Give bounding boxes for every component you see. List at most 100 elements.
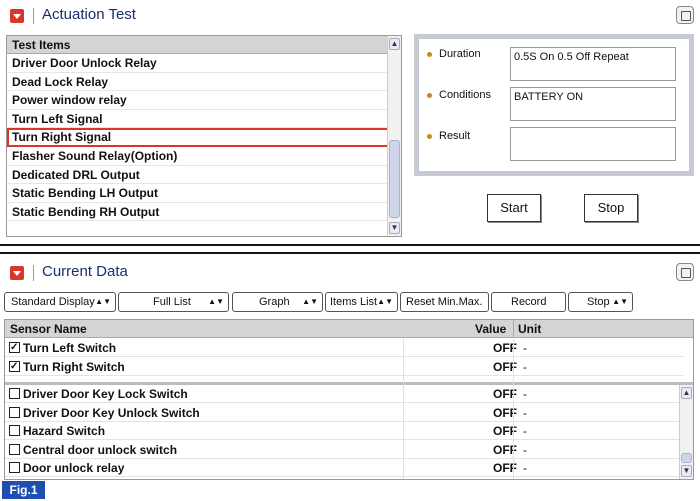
checked-checkbox-icon[interactable] (9, 360, 20, 372)
sensor-name-cell: Turn Right Switch (9, 358, 125, 376)
items-list-select[interactable]: Items List ▲▼ (325, 292, 398, 312)
figure-label: Fig.1 (2, 481, 45, 499)
graph-label: Graph (259, 296, 290, 308)
select-arrows-icon: ▲▼ (302, 297, 318, 306)
actuation-header: Actuation Test (0, 0, 700, 30)
scroll-down-icon[interactable]: ▼ (681, 465, 692, 477)
sensor-name-cell: Driver Door Key Unlock Switch (9, 404, 200, 422)
test-item[interactable]: Static Bending RH Output (7, 203, 401, 222)
scroll-up-icon[interactable]: ▲ (681, 387, 692, 399)
standard-display-label: Standard Display (11, 296, 95, 308)
header-separator (33, 8, 34, 24)
stop-button[interactable]: Stop (584, 194, 638, 222)
collapse-actuation-icon[interactable] (10, 9, 24, 23)
panel-divider (0, 244, 700, 254)
checkbox-icon[interactable] (9, 425, 20, 437)
sensor-unit: - (523, 341, 527, 355)
sensor-name: Turn Left Switch (23, 341, 117, 355)
sensor-row[interactable]: Driver Door Key Unlock Switch OFF - (5, 404, 684, 422)
record-button[interactable]: Record (491, 292, 566, 312)
start-button[interactable]: Start (487, 194, 541, 222)
unit-column: Unit (513, 320, 541, 338)
sensor-row[interactable]: Turn Left SwitchOFF- (5, 339, 684, 357)
value-divider (403, 339, 404, 479)
sensor-unit: - (523, 387, 527, 401)
full-list-label: Full List (153, 296, 191, 308)
conditions-bullet-icon (427, 93, 432, 98)
duration-label: Duration (439, 48, 481, 60)
scroll-up-icon[interactable]: ▲ (389, 38, 400, 50)
unit-divider (513, 339, 514, 479)
collapse-current-data-icon[interactable] (10, 266, 24, 280)
select-arrows-icon: ▲▼ (95, 297, 111, 306)
standard-display-select[interactable]: Standard Display ▲▼ (4, 292, 116, 312)
test-items-list: Test Items Driver Door Unlock Relay Dead … (6, 35, 402, 237)
sensor-name-cell: Turn Left Switch (9, 339, 116, 357)
sensor-name-column: Sensor Name (10, 322, 87, 336)
current-data-table: Sensor Name Value Unit Turn Left SwitchO… (4, 319, 694, 480)
full-list-select[interactable]: Full List ▲▼ (118, 292, 229, 312)
test-info-panel: Duration 0.5S On 0.5 Off Repeat Conditio… (414, 34, 694, 176)
stop-select[interactable]: Stop ▲▼ (568, 292, 633, 312)
checkbox-icon[interactable] (9, 406, 20, 418)
current-data-header: Current Data (0, 257, 700, 287)
sensor-unit: - (523, 424, 527, 439)
reset-minmax-button[interactable]: Reset Min.Max. (400, 292, 489, 312)
sensor-row[interactable]: Central door unlock switch OFF - (5, 441, 684, 459)
maximize-actuation-icon[interactable] (676, 6, 694, 24)
sensor-name: Driver Door Key Unlock Switch (23, 405, 200, 420)
actuation-title: Actuation Test (42, 6, 136, 23)
scroll-thumb[interactable] (389, 140, 400, 218)
sensor-unit: - (523, 405, 527, 420)
data-rows: Driver Door Key Lock Switch OFF - Driver Do… (5, 385, 693, 479)
scroll-down-icon[interactable]: ▼ (389, 222, 400, 234)
sensor-name-cell: Door unlock relay (9, 459, 124, 477)
conditions-value: BATTERY ON (510, 87, 676, 121)
sensor-row[interactable]: Turn Right SwitchOFF- (5, 358, 684, 376)
test-item[interactable]: Dedicated DRL Output (7, 166, 401, 185)
test-item[interactable]: Flasher Sound Relay(Option) (7, 147, 401, 166)
sensor-row[interactable]: Hazard Switch OFF - (5, 422, 684, 441)
pinned-rows: Turn Left SwitchOFF-Turn Right SwitchOFF… (5, 339, 693, 383)
checkbox-icon[interactable] (9, 443, 20, 455)
conditions-label: Conditions (439, 89, 491, 101)
result-bullet-icon (427, 134, 432, 139)
test-info-inner: Duration 0.5S On 0.5 Off Repeat Conditio… (419, 39, 689, 171)
checkbox-icon[interactable] (9, 462, 20, 474)
sensor-name: Driver Door Key Lock Switch (23, 387, 188, 401)
sensor-name: Door unlock relay (23, 461, 125, 476)
sensor-row[interactable]: Driver Door Key Lock Switch OFF - (5, 385, 684, 403)
sensor-unit: - (523, 461, 527, 476)
result-value (510, 127, 676, 161)
test-item[interactable]: Turn Left Signal (7, 110, 401, 129)
sensor-unit: - (523, 359, 527, 374)
sensor-name-cell: Central door unlock switch (9, 441, 177, 459)
stop-select-label: Stop (587, 296, 610, 308)
test-item[interactable]: Static Bending LH Output (7, 184, 401, 203)
test-items-scrollbar[interactable]: ▲ ▼ (387, 36, 401, 236)
checked-checkbox-icon[interactable] (9, 342, 20, 353)
select-arrows-icon: ▲▼ (208, 297, 224, 306)
test-item[interactable]: Power window relay (7, 91, 401, 110)
sensor-unit: - (523, 442, 527, 457)
select-arrows-icon: ▲▼ (377, 297, 393, 306)
select-arrows-icon: ▲▼ (612, 297, 628, 306)
sensor-name-cell: Driver Door Key Lock Switch (9, 385, 188, 403)
scroll-thumb[interactable] (681, 453, 692, 463)
checkbox-icon[interactable] (9, 388, 20, 399)
header-separator (33, 265, 34, 281)
maximize-current-data-icon[interactable] (676, 263, 694, 281)
test-items-header: Test Items (7, 36, 401, 54)
current-data-header-row: Sensor Name Value Unit (5, 320, 693, 338)
graph-select[interactable]: Graph ▲▼ (232, 292, 323, 312)
test-items-rows: Driver Door Unlock Relay Dead Lock Relay P… (7, 54, 401, 222)
test-item[interactable]: Dead Lock Relay (7, 73, 401, 92)
test-item[interactable]: Driver Door Unlock Relay (7, 54, 401, 73)
data-scrollbar[interactable]: ▲ ▼ (679, 385, 693, 479)
sensor-name: Central door unlock switch (23, 442, 178, 457)
duration-bullet-icon (427, 52, 432, 57)
items-list-label: Items List (330, 296, 378, 308)
test-item[interactable]: Turn Right Signal (7, 128, 401, 147)
sensor-row[interactable]: Door unlock relay OFF - (5, 459, 684, 478)
sensor-name-cell: Hazard Switch (9, 422, 105, 440)
